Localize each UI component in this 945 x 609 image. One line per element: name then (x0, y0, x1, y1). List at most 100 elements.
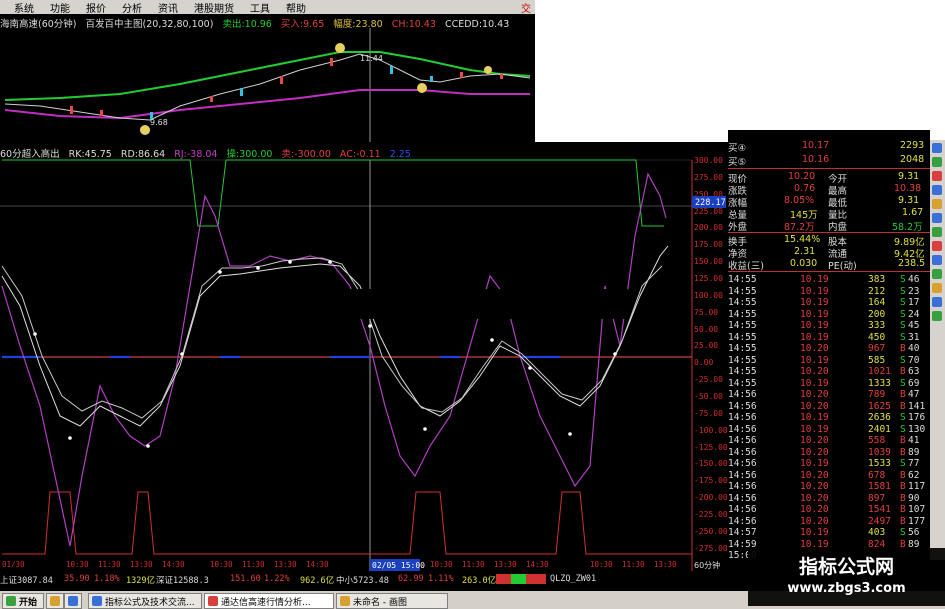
tick-t: 14:55 (728, 320, 757, 331)
tick-s: S (900, 274, 906, 285)
start-button[interactable]: 开始 (2, 593, 44, 609)
tick-v: 164 (868, 297, 886, 308)
task-item-paint[interactable]: 未命名 - 画图 (336, 593, 448, 609)
task-item-tdx[interactable]: 通达信高速行情分析... (204, 593, 334, 609)
tick-s: S (900, 377, 906, 389)
tick-t: 14:55 (728, 308, 757, 320)
quicklaunch-icon-2[interactable] (64, 593, 82, 609)
status-sz-pct: 1.22% (264, 574, 290, 584)
tick-s: S (900, 458, 906, 469)
indicator-chart[interactable]: 300.00 275.00 250.00 225.00 200.00 175.0… (0, 146, 728, 571)
menu-bar: 系统 功能 报价 分析 资讯 港股期货 工具 帮助 交 (0, 0, 535, 15)
y-tick: -25.00 (694, 375, 723, 384)
tick-n: 62 (908, 469, 920, 481)
price-title: 海南高速(60分钟) 百发百中主图(20,32,80,100) 卖出:10.96… (0, 16, 535, 30)
tick-n: 89 (908, 446, 920, 458)
quote-vol: 2048 (900, 154, 925, 165)
tick-t: 14:55 (728, 343, 757, 354)
y-tick: -150.00 (694, 459, 728, 468)
quicklaunch-icon[interactable] (46, 593, 64, 609)
toolbar-icon[interactable] (932, 283, 942, 293)
menu-item-help[interactable]: 帮助 (278, 0, 314, 15)
price-indicator-name: 百发百中主图(20,32,80,100) (85, 19, 214, 30)
stat-row: 换手 15.44% 股本 9.89亿 (728, 234, 925, 248)
price-chart[interactable] (0, 14, 535, 142)
tick-p: 10.20 (800, 343, 829, 354)
y-tick: 200.00 (694, 223, 723, 232)
tick-v: 1039 (868, 446, 891, 458)
tick-p: 10.19 (800, 423, 829, 435)
tick-p: 10.20 (800, 469, 829, 481)
tick-n: 17 (908, 297, 920, 308)
tick-s: B (900, 469, 906, 481)
tick-row: 14:56 10.20 678 B 62 (728, 470, 930, 482)
tick-row: 14:55 10.19 450 S 31 (728, 332, 930, 344)
tick-t: 14:56 (728, 446, 757, 458)
period-label: 60分钟 (694, 560, 720, 570)
status-code: QLZQ_ZW01 (550, 574, 597, 584)
tick-t: 14:56 (728, 389, 757, 400)
toolbar-icon[interactable] (932, 269, 942, 279)
y-tick: -100.00 (694, 426, 728, 435)
stat-row: 净资 2.31 流通 9.42亿 (728, 246, 925, 260)
toolbar-icon[interactable] (932, 297, 942, 307)
toolbar-icon[interactable] (932, 199, 942, 209)
toolbar-icon[interactable] (932, 255, 942, 265)
tick-n: 130 (908, 423, 926, 435)
menu-item-hk-futures[interactable]: 港股期货 (186, 0, 242, 15)
toolbar-icon[interactable] (932, 241, 942, 251)
toolbar-icon[interactable] (932, 185, 942, 195)
price-sell: 卖出:10.96 (222, 19, 272, 30)
y-tick: 50.00 (694, 325, 718, 334)
toolbar-icon[interactable] (932, 311, 942, 321)
x-tick: 11:30 (98, 560, 121, 569)
tick-n: 47 (908, 389, 920, 400)
tick-t: 14:55 (728, 274, 757, 285)
status-sz: 深证12588.3 (156, 576, 209, 586)
toolbar-icon[interactable] (932, 227, 942, 237)
menu-item-quote[interactable]: 报价 (78, 0, 114, 15)
status-sh: 上证3087.84 (0, 576, 53, 586)
close-icon[interactable]: 交 (521, 0, 535, 15)
y-tick: -125.00 (694, 443, 728, 452)
tick-v: 333 (868, 320, 886, 331)
y-tick: 225.00 (694, 207, 723, 216)
task-item-forum[interactable]: 指标公式及技术交流... (88, 593, 202, 609)
menu-item-analysis[interactable]: 分析 (114, 0, 150, 15)
tick-p: 10.19 (800, 285, 829, 297)
tick-t: 14:56 (728, 469, 757, 481)
toolbar-icon[interactable] (932, 171, 942, 181)
price-stock-name: 海南高速(60分钟) (0, 19, 77, 30)
toolbar-icon[interactable] (932, 143, 942, 153)
menu-item-system[interactable]: 系统 (0, 0, 42, 15)
x-tick: 13:30 (130, 560, 153, 569)
toolbar-icon[interactable] (932, 157, 942, 167)
menu-item-tools[interactable]: 工具 (242, 0, 278, 15)
status-sh-amt: 1329亿 (126, 576, 155, 586)
tick-n: 177 (908, 515, 926, 527)
sell-marker-icon-2 (484, 66, 492, 74)
status-mini-bars (496, 574, 546, 584)
y-tick: 25.00 (694, 341, 718, 350)
menu-item-info[interactable]: 资讯 (150, 0, 186, 15)
toolbar-icon[interactable] (932, 213, 942, 223)
y-tick: 75.00 (694, 308, 718, 317)
x-tick: 11:30 (462, 560, 485, 569)
tick-s: B (900, 366, 906, 377)
tick-row: 14:56 10.20 2497 B 177 (728, 516, 930, 528)
tick-row: 14:55 10.19 212 S 23 (728, 286, 930, 298)
tick-n: 141 (908, 400, 926, 412)
tick-p: 10.19 (800, 320, 829, 331)
tick-t: 14:56 (728, 400, 757, 412)
tick-n: 70 (908, 354, 920, 366)
tick-p: 10.20 (800, 515, 829, 527)
tick-v: 212 (868, 285, 886, 297)
tick-p: 10.19 (800, 331, 829, 343)
stat-row: 收益(三) 0.030 PE(动) 238.5 (728, 258, 926, 272)
quote-row: 买⑤ 10.16 2048 (728, 154, 930, 168)
x-tick: 11:30 (242, 560, 265, 569)
ind-rj: RJ:-38.04 (174, 149, 218, 160)
tick-s: S (900, 320, 906, 331)
menu-item-function[interactable]: 功能 (42, 0, 78, 15)
tick-n: 117 (908, 481, 926, 492)
